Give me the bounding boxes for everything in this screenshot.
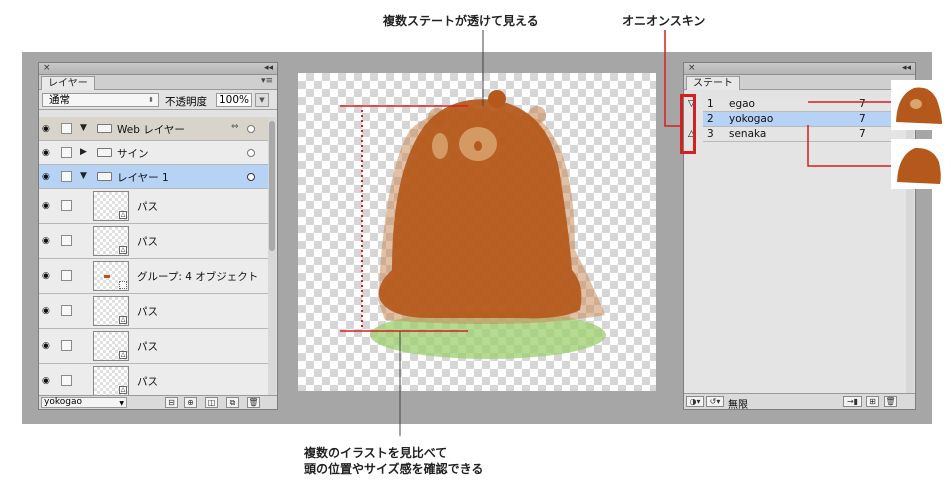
state-thumbnails [807,80,943,189]
thumbnail-egao-muzzle [910,99,922,109]
connector-senaka [807,125,893,167]
